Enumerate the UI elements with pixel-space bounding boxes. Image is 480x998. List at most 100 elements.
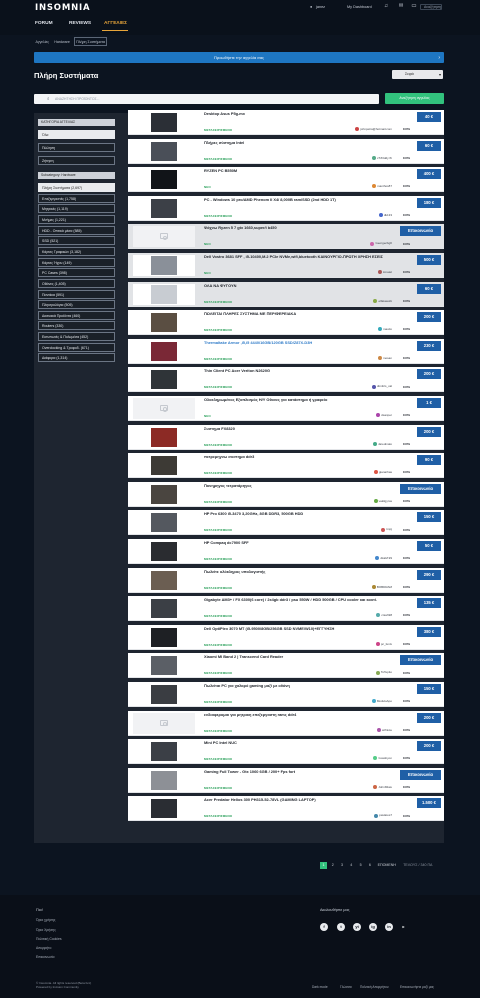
dashboard-link[interactable]: My Dashboard	[347, 5, 372, 9]
page-link[interactable]: 5	[357, 862, 364, 869]
listing-thumbnail[interactable]	[133, 598, 195, 620]
listing-title[interactable]: Πονηρηγος τετρατάρηγος	[204, 483, 406, 489]
footer-link[interactable]: Όροι χρήσης	[36, 918, 55, 922]
price-badge[interactable]: Επικοινωνία	[400, 226, 441, 237]
listing-title[interactable]: Dell OptiPlex 3070 MT (i5-9500/8GB/256GB…	[204, 626, 406, 632]
powered-by[interactable]: Powered by Invision Community	[36, 985, 91, 989]
price-badge[interactable]: 200 €	[417, 312, 441, 323]
listing-row[interactable]: RYZEN PC B550M ΝΕΟ manthos87 100% 400 €	[128, 167, 444, 193]
category-item[interactable]: HDD - Οπτικά μέσα (585)	[38, 225, 115, 235]
search-input[interactable]: ⌕ ΑΝΑΖΗΤΗΣΗ ΠΡΟΪΟΝΤΟΣ...	[34, 94, 379, 104]
nav-forum[interactable]: FORUM	[35, 21, 53, 26]
seller-name[interactable]: ModuloApo	[377, 699, 392, 703]
category-item[interactable]: Overclocking & Τροφοδ. (671)	[38, 342, 115, 352]
seller[interactable]: mosan	[377, 356, 392, 360]
type-filter-buy[interactable]: Ζήτηση	[38, 156, 115, 165]
seller[interactable]: pc_fenix	[375, 642, 392, 646]
seller-name[interactable]: vakilgyros	[379, 499, 392, 503]
category-item[interactable]: Πληκτρολόγια (505)	[38, 300, 115, 310]
listing-thumbnail[interactable]	[133, 255, 195, 276]
listing-row[interactable]: Ολοκληρωμένος Εξοπλισμός Η/Υ Οθονες για …	[128, 396, 444, 421]
header-search-input[interactable]: Αναζήτηση	[420, 4, 442, 10]
listing-title[interactable]: Ολοκληρωμένος Εξοπλισμός Η/Υ Οθονες για …	[204, 397, 406, 403]
page-link[interactable]: 2	[329, 862, 336, 869]
seller-name[interactable]: JohnMkav	[378, 785, 392, 789]
listing-thumbnail[interactable]	[133, 741, 195, 763]
listing-title[interactable]: ενδιαφερομαι για μητρικη επεξεργαστη ram…	[204, 712, 406, 718]
seller[interactable]: Jaredmalo	[372, 442, 392, 446]
seller[interactable]: BOBDRAM	[371, 585, 392, 589]
listing-row[interactable]: HP Pro 6300 i5-3470 3,20GHz, 8GB DDR3, 5…	[128, 510, 444, 536]
seller[interactable]: tmpj	[381, 527, 392, 532]
listing-row[interactable]: Πονηρηγος τετρατάρηγος ΜΕΤΑΧΕΙΡΙΣΜΕΝΟ vaki…	[128, 481, 444, 507]
category-item[interactable]: Κάρτες Ήχου (149)	[38, 257, 115, 267]
seller[interactable]: elfakasobi	[373, 299, 392, 303]
seller[interactable]: JohnMkav	[373, 785, 392, 789]
listing-row[interactable]: ΠΩΛΕΙΤΑΙ ΠΛΗΡΕΣ ΣΥΣΤΗΜΑ ΜΕ ΠΕΡΙΦΕΡΕΙΑΚΑ Μ…	[128, 310, 444, 336]
category-item[interactable]: Μνήμες (1,221)	[38, 214, 115, 224]
listing-row[interactable]: Πλήρες σύστημα Intel ΜΕΤΑΧΕΙΡΙΣΜΕΝΟ xTZ3dd…	[128, 138, 444, 164]
listing-title[interactable]: Συστημα FX8320	[204, 426, 406, 432]
listing-thumbnail[interactable]	[133, 283, 195, 305]
avatar[interactable]: ●	[310, 5, 312, 9]
category-item[interactable]: Οθόνες (1,405)	[38, 278, 115, 288]
price-badge[interactable]: 500 €	[417, 255, 441, 265]
price-badge[interactable]: Επικοινωνία	[400, 655, 441, 666]
listing-thumbnail[interactable]	[133, 398, 195, 419]
price-badge[interactable]: 180 €	[417, 197, 441, 208]
seller[interactable]: xTZ3ddy fb	[371, 156, 392, 160]
listing-row[interactable]: ΟΛΑ ΝΑ ΦΥΓΟΥΝ ΜΕΤΑΧΕΙΡΙΣΜΕΝΟ elfakasobi 100…	[128, 281, 444, 307]
price-badge[interactable]: 60 €	[417, 283, 441, 294]
listing-thumbnail[interactable]	[133, 340, 195, 362]
category-item[interactable]: Επεξεργαστές (1,758)	[38, 193, 115, 203]
page-link[interactable]: 6	[366, 862, 373, 869]
seller-name[interactable]: dk133	[384, 213, 392, 217]
listing-thumbnail[interactable]	[133, 197, 195, 219]
listing-row[interactable]: Πωλείτε ολόκληρος υπολογιστής ΜΕΤΑΧΕΙΡΙΣΜ…	[128, 567, 444, 593]
seller[interactable]: dimitris_val	[371, 384, 392, 389]
seller-name[interactable]: gianarhas	[379, 470, 392, 474]
instagram-icon[interactable]: ig	[369, 923, 377, 931]
page-link[interactable]: 4	[348, 862, 355, 869]
privacy-link[interactable]: Πολιτική Απορρήτου	[360, 985, 389, 989]
listing-title[interactable]: Πλήρες σύστημα Intel	[204, 140, 406, 146]
price-badge[interactable]: 60 €	[417, 140, 441, 151]
category-item[interactable]: Κάρτες Γραφικών (3,182)	[38, 246, 115, 256]
listing-thumbnail[interactable]	[133, 312, 195, 334]
seller[interactable]: dk133	[378, 213, 392, 217]
price-badge[interactable]: 230 €	[417, 340, 441, 351]
listing-title[interactable]: πετρεμηγνω συστημα ddr3	[204, 455, 406, 460]
price-badge[interactable]: 1 €	[417, 398, 441, 408]
category-item[interactable]: Routers (330)	[38, 321, 115, 331]
seller-name[interactable]: dkaM.99	[380, 556, 392, 560]
language-select[interactable]: Γλώσσα	[340, 985, 352, 989]
listing-thumbnail[interactable]	[133, 769, 195, 791]
listing-thumbnail[interactable]	[133, 569, 195, 591]
seller-name[interactable]: crash98	[381, 613, 392, 617]
page-link[interactable]: 3	[339, 862, 346, 869]
last-page-link[interactable]: ΤΕΛΟΥΣ / 340 ΠΑ	[403, 862, 432, 869]
next-page-button[interactable]: ΕΠΟΜΕΝΗ	[378, 862, 396, 869]
seller-name[interactable]: manthos87	[377, 184, 392, 188]
price-badge[interactable]: 150 €	[417, 684, 441, 694]
listing-thumbnail[interactable]	[133, 483, 195, 505]
price-badge[interactable]: 200 €	[417, 369, 441, 380]
facebook-icon[interactable]: f	[320, 923, 328, 931]
announcement-banner[interactable]: Προωθήστε την αγγελία σας ›	[34, 52, 444, 63]
listing-title[interactable]: Mini PC Intel NUC	[204, 741, 406, 746]
category-item[interactable]: Πλήρη Συστήματα (2,697)	[38, 183, 115, 192]
listing-thumbnail[interactable]	[133, 112, 195, 133]
listing-title[interactable]: HP Compaq dc7900 SFF	[204, 540, 406, 546]
notifications-icon[interactable]: ▭	[409, 3, 419, 10]
listing-row[interactable]: πετρεμηγνω συστημα ddr3 ΜΕΤΑΧΕΙΡΙΣΜΕΝΟ gia…	[128, 453, 444, 479]
seller[interactable]: johnpetra@hotmail.com	[355, 127, 392, 132]
footer-link[interactable]: Επικοινωνία	[36, 955, 54, 959]
listing-thumbnail[interactable]	[133, 426, 195, 448]
price-badge[interactable]: 90 €	[417, 455, 441, 466]
twitter-icon[interactable]: t	[337, 923, 345, 931]
seller-name[interactable]: kmatel	[383, 270, 392, 274]
price-badge[interactable]: 200 €	[417, 426, 441, 437]
listing-row[interactable]: Dell Vostro 3681 SFF , i5-10400,M.2 PCIe…	[128, 253, 444, 278]
linkedin-icon[interactable]: in	[385, 923, 393, 931]
listing-title[interactable]: HP Pro 6300 i5-3470 3,20GHz, 8GB DDR3, 5…	[204, 512, 406, 517]
